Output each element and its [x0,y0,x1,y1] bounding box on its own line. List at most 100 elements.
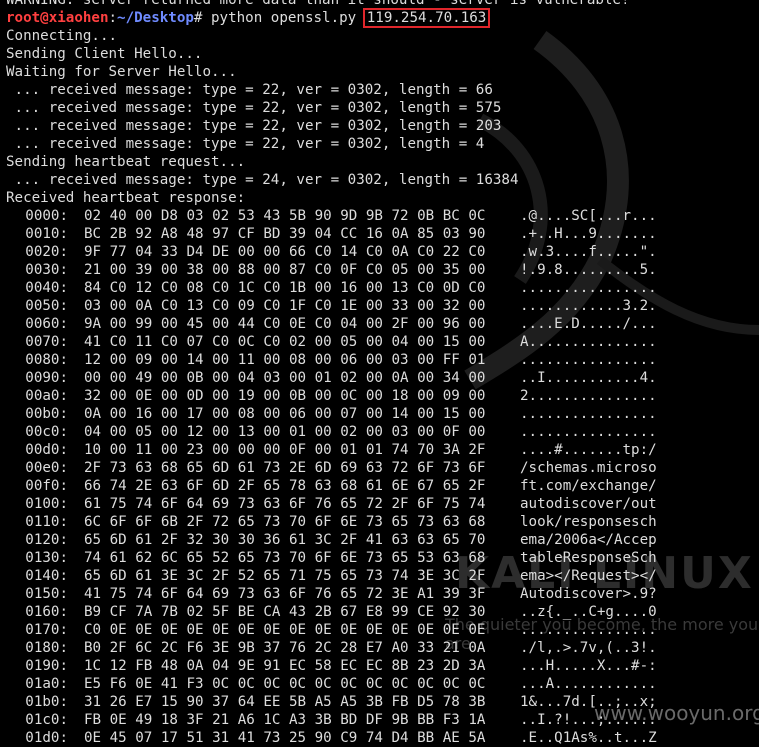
hex-ascii: ....#.......tp:/ [520,442,657,458]
hex-ascii: ...A............ [520,676,657,692]
hexdump-row: 01d0: 0E 45 07 17 51 31 41 73 25 90 C9 74… [6,729,759,747]
hex-offset: 00f0: [25,478,68,494]
hex-ascii: ..z{._..C+g....0 [520,604,657,620]
command-text: python openssl.py [211,10,365,26]
hexdump-row: 00e0: 2F 73 63 68 65 6D 61 73 2E 6D 69 63… [6,459,759,477]
hex-ascii: A............... [520,334,657,350]
hex-bytes: 61 75 74 6F 64 69 73 63 6F 76 65 72 2F 6… [84,496,486,512]
hexdump-row: 0070: 41 C0 11 C0 07 C0 0C C0 02 00 05 00… [6,333,759,351]
hexdump-row: 0100: 61 75 74 6F 64 69 73 63 6F 76 65 72… [6,495,759,513]
hex-ascii: ................ [520,280,657,296]
hex-bytes: 0A 00 16 00 17 00 08 00 06 00 07 00 14 0… [84,406,486,422]
output-line: Connecting... [6,28,118,44]
hex-bytes: 03 00 0A C0 13 C0 09 C0 1F C0 1E 00 33 0… [84,298,486,314]
hexdump-row: 00c0: 04 00 05 00 12 00 13 00 01 00 02 00… [6,423,759,441]
hex-ascii: Autodiscover>.9? [520,586,657,602]
hex-ascii: ............3.2. [520,298,657,314]
hex-offset: 0000: [25,208,68,224]
hex-offset: 00b0: [25,406,68,422]
hex-bytes: FB 0E 49 18 3F 21 A6 1C A3 3B BD DF 9B B… [84,712,486,728]
hex-offset: 0020: [25,244,68,260]
hex-offset: 01c0: [25,712,68,728]
hexdump-row: 0170: C0 0E 0E 0E 0E 0E 0E 0E 0E 0E 0E 0E… [6,621,759,639]
hex-bytes: 10 00 11 00 23 00 00 00 0F 00 01 01 74 7… [84,442,486,458]
output-line: ... received message: type = 22, ver = 0… [6,100,502,116]
hex-bytes: 0E 45 07 17 51 31 41 73 25 90 C9 74 D4 B… [84,730,486,746]
hex-offset: 0050: [25,298,68,314]
hexdump-row: 0060: 9A 00 99 00 45 00 44 C0 0E C0 04 00… [6,315,759,333]
hexdump-row: 01c0: FB 0E 49 18 3F 21 A6 1C A3 3B BD DF… [6,711,759,729]
hex-offset: 0080: [25,352,68,368]
hexdump-row: 00d0: 10 00 11 00 23 00 00 00 0F 00 01 01… [6,441,759,459]
hex-bytes: 2F 73 63 68 65 6D 61 73 2E 6D 69 63 72 6… [84,460,486,476]
hex-ascii: ................ [520,424,657,440]
hex-offset: 0010: [25,226,68,242]
hex-offset: 00c0: [25,424,68,440]
hex-bytes: 6C 6F 6F 6B 2F 72 65 73 70 6F 6E 73 65 7… [84,514,486,530]
output-line: Sending Client Hello... [6,46,203,62]
hex-offset: 0120: [25,532,68,548]
prompt-path: ~/Desktop [117,10,194,26]
hex-offset: 01a0: [25,676,68,692]
hex-bytes: 12 00 09 00 14 00 11 00 08 00 06 00 03 0… [84,352,486,368]
target-ip-highlight: 119.254.70.163 [362,8,491,28]
hex-bytes: 9A 00 99 00 45 00 44 C0 0E C0 04 00 2F 0… [84,316,486,332]
hex-offset: 0110: [25,514,68,530]
hex-bytes: C0 0E 0E 0E 0E 0E 0E 0E 0E 0E 0E 0E 0E 0… [84,622,486,638]
hex-ascii: ./l,.>.7v,(..3!. [520,640,657,656]
hex-ascii: ....E.D...../... [520,316,657,332]
hex-ascii: .E..Q1As%..t...Z [520,730,657,746]
output-lines: Connecting... Sending Client Hello... Wait… [6,27,759,207]
hex-ascii: 1&...7d.[..;..x; [520,694,657,710]
hex-bytes: 9F 77 04 33 D4 DE 00 00 66 C0 14 C0 0A C… [84,244,486,260]
hex-ascii: tableResponseSch [520,550,657,566]
hex-ascii: look/responsesch [520,514,657,530]
hex-bytes: B0 2F 6C 2C F6 3E 9B 37 76 2C 28 E7 A0 3… [84,640,486,656]
hex-ascii: ................ [520,352,657,368]
hex-offset: 0180: [25,640,68,656]
output-line: ... received message: type = 24, ver = 0… [6,172,519,188]
hex-ascii: .@....SC[...r... [520,208,657,224]
output-line: ... received message: type = 22, ver = 0… [6,136,485,152]
hex-bytes: BC 2B 92 A8 48 97 CF BD 39 04 CC 16 0A 8… [84,226,486,242]
hex-bytes: 84 C0 12 C0 08 C0 1C C0 1B 00 16 00 13 C… [84,280,486,296]
hexdump-row: 0110: 6C 6F 6F 6B 2F 72 65 73 70 6F 6E 73… [6,513,759,531]
hex-offset: 00a0: [25,388,68,404]
hex-ascii: ...H.....X...#-: [520,658,657,674]
hex-bytes: 32 00 0E 00 0D 00 19 00 0B 00 0C 00 18 0… [84,388,486,404]
hex-ascii: !.9.8.........5. [520,262,657,278]
hex-offset: 01d0: [25,730,68,746]
hexdump-row: 0130: 74 61 62 6C 65 52 65 73 70 6F 6E 73… [6,549,759,567]
hex-bytes: 41 C0 11 C0 07 C0 0C C0 02 00 05 00 04 0… [84,334,486,350]
hexdump-row: 0080: 12 00 09 00 14 00 11 00 08 00 06 00… [6,351,759,369]
hex-bytes: 02 40 00 D8 03 02 53 43 5B 90 9D 9B 72 0… [84,208,486,224]
hex-ascii: ................ [520,622,657,638]
hexdump-row: 0050: 03 00 0A C0 13 C0 09 C0 1F C0 1E 00… [6,297,759,315]
hex-bytes: 21 00 39 00 38 00 88 00 87 C0 0F C0 05 0… [84,262,486,278]
output-line: Received heartbeat response: [6,190,246,206]
hex-offset: 00e0: [25,460,68,476]
hexdump: 0000: 02 40 00 D8 03 02 53 43 5B 90 9D 9B… [6,207,759,747]
hex-bytes: 41 75 74 6F 64 69 73 63 6F 76 65 72 3E A… [84,586,486,602]
hexdump-row: 01b0: 31 26 E7 15 90 37 64 EE 5B A5 A5 3B… [6,693,759,711]
hex-offset: 0170: [25,622,68,638]
hex-offset: 0140: [25,568,68,584]
terminal-output[interactable]: WARNING: server returned more data than … [6,0,759,747]
hex-offset: 0190: [25,658,68,674]
hexdump-row: 01a0: E5 F6 0E 41 F3 0C 0C 0C 0C 0C 0C 0C… [6,675,759,693]
hex-bytes: 1C 12 FB 48 0A 04 9E 91 EC 58 EC EC 8B 2… [84,658,486,674]
hex-ascii: ..I.?!...;...... [520,712,657,728]
prompt-separator: : [108,10,118,26]
hex-ascii: ema></Request></ [520,568,657,584]
hexdump-row: 0190: 1C 12 FB 48 0A 04 9E 91 EC 58 EC EC… [6,657,759,675]
hex-offset: 0100: [25,496,68,512]
hex-bytes: 00 00 49 00 0B 00 04 03 00 01 02 00 0A 0… [84,370,486,386]
hex-offset: 01b0: [25,694,68,710]
hex-bytes: 04 00 05 00 12 00 13 00 01 00 02 00 03 0… [84,424,486,440]
hex-bytes: 66 74 2E 63 6F 6D 2F 65 78 63 68 61 6E 6… [84,478,486,494]
hex-offset: 00d0: [25,442,68,458]
warning-line: WARNING: server returned more data than … [6,0,630,8]
hexdump-row: 0020: 9F 77 04 33 D4 DE 00 00 66 C0 14 C0… [6,243,759,261]
hex-bytes: 65 6D 61 3E 3C 2F 52 65 71 75 65 73 74 3… [84,568,486,584]
hex-offset: 0150: [25,586,68,602]
